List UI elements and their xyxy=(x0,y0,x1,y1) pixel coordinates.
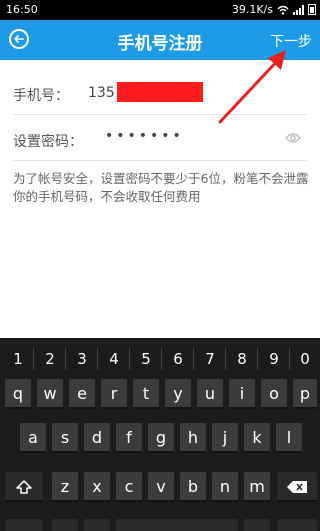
key-1[interactable]: 1 xyxy=(4,344,32,374)
key-o[interactable]: o xyxy=(261,379,287,409)
title-bar: 手机号注册 下一步 xyxy=(0,20,320,60)
key-z[interactable]: z xyxy=(52,472,78,502)
password-input[interactable]: ••••••• xyxy=(105,128,184,144)
comma-key[interactable] xyxy=(52,519,78,531)
redaction-block xyxy=(117,82,203,102)
shift-icon xyxy=(16,480,32,494)
key-4[interactable]: 4 xyxy=(100,344,128,374)
phone-input[interactable]: 135 xyxy=(88,85,115,101)
signal-icon xyxy=(293,4,304,15)
backspace-key[interactable] xyxy=(277,472,317,502)
key-p[interactable]: p xyxy=(293,379,317,409)
key-divider xyxy=(161,348,162,370)
key-5[interactable]: 5 xyxy=(132,344,160,374)
key-w[interactable]: w xyxy=(37,379,63,409)
key-n[interactable]: n xyxy=(212,472,238,502)
key-6[interactable]: 6 xyxy=(164,344,192,374)
symbols-key[interactable] xyxy=(5,519,43,531)
key-e[interactable]: e xyxy=(69,379,95,409)
battery-icon xyxy=(308,4,316,15)
backspace-icon xyxy=(287,481,307,493)
key-l[interactable]: l xyxy=(276,423,302,453)
key-h[interactable]: h xyxy=(180,423,206,453)
key-c[interactable]: c xyxy=(116,472,142,502)
key-v[interactable]: v xyxy=(148,472,174,502)
key-u[interactable]: u xyxy=(197,379,223,409)
shift-key[interactable] xyxy=(5,472,43,502)
key-divider xyxy=(65,348,66,370)
status-time: 16:50 xyxy=(6,3,38,16)
key-x[interactable]: x xyxy=(84,472,110,502)
space-key[interactable] xyxy=(116,519,238,531)
key-f[interactable]: f xyxy=(116,423,142,453)
key-divider xyxy=(129,348,130,370)
app: 16:50 39.1K/s 手机号注册 下一步 手机号： 135 设置密码： •… xyxy=(0,0,320,531)
key-0[interactable]: 0 xyxy=(292,344,318,374)
status-bar: 16:50 39.1K/s xyxy=(0,0,320,20)
key-d[interactable]: d xyxy=(84,423,110,453)
key-t[interactable]: t xyxy=(133,379,159,409)
key-q[interactable]: q xyxy=(5,379,31,409)
password-row[interactable]: 设置密码： ••••••• xyxy=(13,118,307,161)
network-speed: 39.1K/s xyxy=(231,3,273,16)
key-9[interactable]: 9 xyxy=(260,344,288,374)
password-note: 为了帐号安全，设置密码不要少于6位，粉笔不会泄露你的手机号码，不会收取任何费用 xyxy=(13,171,309,204)
key-divider xyxy=(193,348,194,370)
key-i[interactable]: i xyxy=(229,379,255,409)
key-y[interactable]: y xyxy=(165,379,191,409)
key-divider xyxy=(289,348,290,370)
key-j[interactable]: j xyxy=(212,423,238,453)
key-2[interactable]: 2 xyxy=(36,344,64,374)
key-divider xyxy=(97,348,98,370)
key-7[interactable]: 7 xyxy=(196,344,224,374)
key-3[interactable]: 3 xyxy=(68,344,96,374)
password-label: 设置密码： xyxy=(13,134,83,150)
key-s[interactable]: s xyxy=(52,423,78,453)
status-icons: 39.1K/s xyxy=(232,3,316,16)
key-divider xyxy=(257,348,258,370)
enter-key[interactable] xyxy=(277,519,317,531)
keyboard: 1 2 3 4 5 6 7 8 9 0 q w e r t y u i o p … xyxy=(0,338,320,531)
key-k[interactable]: k xyxy=(244,423,270,453)
key-a[interactable]: a xyxy=(20,423,46,453)
phone-label: 手机号： xyxy=(13,88,69,104)
key-divider xyxy=(225,348,226,370)
next-step-button[interactable]: 下一步 xyxy=(270,31,312,51)
key-8[interactable]: 8 xyxy=(228,344,256,374)
wifi-icon xyxy=(277,5,289,15)
key-r[interactable]: r xyxy=(101,379,127,409)
period-key[interactable] xyxy=(244,519,270,531)
language-key[interactable] xyxy=(84,519,110,531)
phone-row[interactable]: 手机号： 135 xyxy=(13,72,307,115)
key-b[interactable]: b xyxy=(180,472,206,502)
key-m[interactable]: m xyxy=(244,472,270,502)
eye-icon[interactable] xyxy=(285,132,301,144)
key-g[interactable]: g xyxy=(148,423,174,453)
key-divider xyxy=(33,348,34,370)
